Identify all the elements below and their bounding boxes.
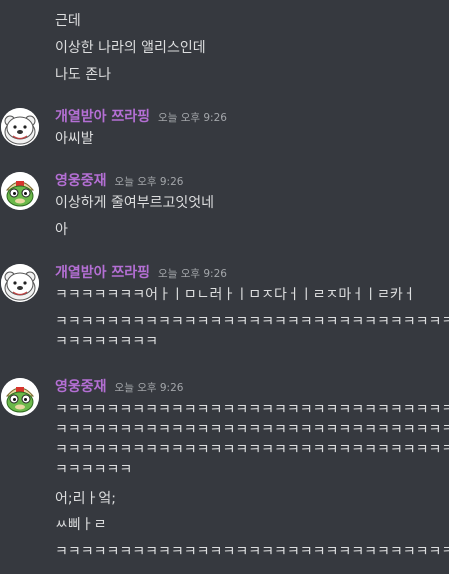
message-line: ㅋㅋㅋㅋㅋㅋ xyxy=(55,462,133,478)
message-line: 이상한 나라의 앨리스인데 xyxy=(55,40,206,56)
message-header: 영웅중재 오늘 오후 9:26 xyxy=(55,377,183,397)
message-line: ㅋㅋㅋㅋㅋㅋㅋㅋㅋㅋㅋㅋㅋㅋㅋㅋㅋㅋㅋㅋㅋㅋㅋㅋㅋㅋㅋㅋㅋㅋㅋㅋㅋㅋㅋ xyxy=(55,314,449,330)
message-line: 이상하게 줄여부르고잇엇네 xyxy=(55,195,215,211)
message-header: 개열받아 쯔라핑 오늘 오후 9:26 xyxy=(55,107,227,127)
message-line: ㅋㅋㅋㅋㅋㅋㅋㅋㅋㅋㅋㅋㅋㅋㅋㅋㅋㅋㅋㅋㅋㅋㅋㅋㅋㅋㅋㅋㅋㅋㅋㅋㅋㅋㅋ xyxy=(55,442,449,458)
message-line: ㅋㅋㅋㅋㅋㅋㅋㅋㅋㅋㅋㅋㅋㅋㅋㅋㅋㅋㅋㅋㅋㅋㅋㅋㅋㅋㅋㅋㅋㅋㅋㅋㅋㅋㅋ xyxy=(55,422,449,438)
message-header: 개열받아 쯔라핑 오늘 오후 9:26 xyxy=(55,263,227,283)
message-line: 나도 존나 xyxy=(55,67,111,83)
message-line: 근데 xyxy=(55,13,81,29)
user-avatar[interactable] xyxy=(1,172,39,210)
message-line: ㅋㅋㅋㅋㅋㅋㅋㅋㅋㅋㅋㅋㅋㅋㅋㅋㅋㅋㅋㅋㅋㅋㅋㅋㅋㅋㅋㅋㅋㅋㅋㅋㅋㅋㅋ xyxy=(55,402,449,418)
green-frog-avatar-icon xyxy=(1,378,39,416)
message-line: ㅋㅋㅋㅋㅋㅋㅋㅋ xyxy=(55,334,159,350)
message-line: 아 xyxy=(55,222,68,238)
message-line: ㅋㅋㅋㅋㅋㅋㅋ어ㅏㅣㅁㄴ러ㅏㅣㅁㅈ다ㅓㅣㄹㅈ마ㅓㅣㄹ카ㅓ xyxy=(55,287,416,303)
message-header: 영웅중재 오늘 오후 9:26 xyxy=(55,171,183,191)
message-line: ㅋㅋㅋㅋㅋㅋㅋㅋㅋㅋㅋㅋㅋㅋㅋㅋㅋㅋㅋㅋㅋㅋㅋㅋㅋㅋㅋㅋㅋㅋㅋㅋㅋㅋㅋ xyxy=(55,544,449,560)
user-avatar[interactable] xyxy=(1,378,39,416)
timestamp[interactable]: 오늘 오후 9:26 xyxy=(158,264,227,284)
username[interactable]: 영웅중재 xyxy=(55,377,107,397)
username[interactable]: 개열받아 쯔라핑 xyxy=(55,263,150,283)
chat-messages: 근데 이상한 나라의 앨리스인데 나도 존나 개열받아 쯔라핑 오늘 오후 9:… xyxy=(0,0,449,574)
white-bear-avatar-icon xyxy=(1,264,39,302)
message-line: 아씨발 xyxy=(55,131,94,147)
white-bear-avatar-icon xyxy=(1,108,39,146)
message-line: ㅆ삐ㅏㄹ xyxy=(55,517,107,533)
user-avatar[interactable] xyxy=(1,108,39,146)
username[interactable]: 영웅중재 xyxy=(55,171,107,191)
username[interactable]: 개열받아 쯔라핑 xyxy=(55,107,150,127)
timestamp[interactable]: 오늘 오후 9:26 xyxy=(115,172,184,192)
green-frog-avatar-icon xyxy=(1,172,39,210)
message-line: 어;리ㅏ엌; xyxy=(55,491,116,507)
user-avatar[interactable] xyxy=(1,264,39,302)
timestamp[interactable]: 오늘 오후 9:26 xyxy=(158,108,227,128)
timestamp[interactable]: 오늘 오후 9:26 xyxy=(115,378,184,398)
